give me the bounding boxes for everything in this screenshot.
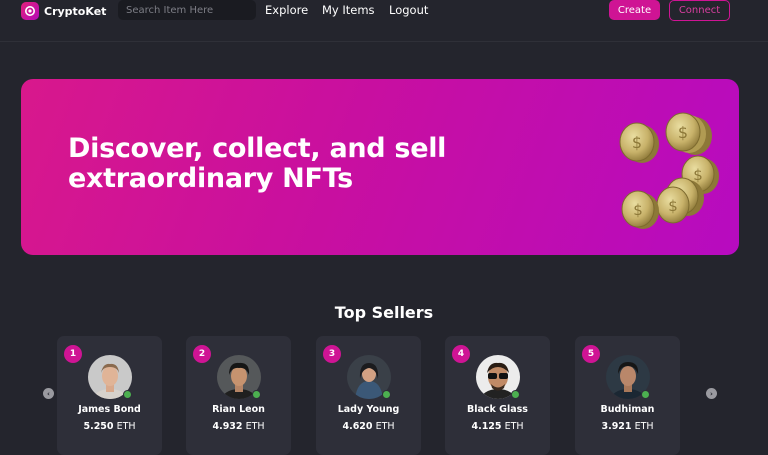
seller-name: Lady Young — [337, 404, 400, 415]
verified-badge — [641, 390, 650, 399]
seller-currency: ETH — [116, 421, 136, 432]
rank-badge: 1 — [64, 345, 82, 363]
create-button[interactable]: Create — [609, 0, 660, 20]
rank-badge: 5 — [582, 345, 600, 363]
seller-price: 4.932 ETH — [186, 421, 291, 432]
seller-card[interactable]: 4 Black Glass 4.125 ETH — [445, 336, 550, 455]
seller-amount: 3.921 — [601, 421, 632, 432]
seller-currency: ETH — [245, 421, 265, 432]
verified-badge — [252, 390, 261, 399]
hero-title-line-1: Discover, collect, and sell — [68, 133, 447, 164]
rank-badge: 4 — [452, 345, 470, 363]
nav-link-logout[interactable]: Logout — [389, 3, 428, 17]
nav-link-explore[interactable]: Explore — [265, 3, 308, 17]
logo-icon — [21, 2, 39, 20]
gold-coins-illustration: $ $ $ $ $ — [619, 112, 719, 229]
chevron-right-icon[interactable]: › — [706, 388, 717, 399]
navbar: CryptoKet Explore My Items Logout Create… — [0, 0, 768, 42]
seller-currency: ETH — [504, 421, 524, 432]
verified-badge — [123, 390, 132, 399]
search-input[interactable] — [118, 0, 256, 20]
seller-amount: 4.620 — [342, 421, 373, 432]
svg-text:$: $ — [693, 166, 703, 184]
seller-card[interactable]: 2 Rian Leon 4.932 ETH — [186, 336, 291, 455]
top-sellers-title: Top Sellers — [334, 303, 434, 322]
svg-text:$: $ — [633, 201, 643, 219]
seller-amount: 4.932 — [212, 421, 243, 432]
hero-banner: Discover, collect, and sell extraordinar… — [21, 79, 739, 255]
chevron-left-icon[interactable]: ‹ — [43, 388, 54, 399]
brand-name: CryptoKet — [44, 4, 107, 18]
seller-card[interactable]: 1 James Bond 5.250 ETH — [57, 336, 162, 455]
seller-price: 5.250 ETH — [57, 421, 162, 432]
rank-badge: 2 — [193, 345, 211, 363]
svg-text:$: $ — [678, 123, 688, 142]
seller-amount: 4.125 — [471, 421, 502, 432]
seller-name: Rian Leon — [212, 404, 265, 415]
seller-currency: ETH — [375, 421, 395, 432]
seller-price: 4.125 ETH — [445, 421, 550, 432]
brand-logo[interactable]: CryptoKet — [21, 1, 106, 21]
verified-badge — [511, 390, 520, 399]
verified-badge — [382, 390, 391, 399]
rank-badge: 3 — [323, 345, 341, 363]
connect-button[interactable]: Connect — [669, 0, 730, 21]
seller-price: 3.921 ETH — [575, 421, 680, 432]
seller-name: Budhiman — [600, 404, 655, 415]
seller-card[interactable]: 3 Lady Young 4.620 ETH — [316, 336, 421, 455]
hero-title-line-2: extraordinary NFTs — [68, 163, 353, 194]
seller-currency: ETH — [634, 421, 654, 432]
seller-card[interactable]: 5 Budhiman 3.921 ETH — [575, 336, 680, 455]
nav-link-my-items[interactable]: My Items — [322, 3, 375, 17]
seller-name: Black Glass — [467, 404, 528, 415]
svg-text:$: $ — [668, 197, 678, 215]
svg-text:$: $ — [632, 133, 642, 152]
hero-title: Discover, collect, and sell extraordinar… — [68, 134, 488, 194]
seller-amount: 5.250 — [83, 421, 114, 432]
seller-price: 4.620 ETH — [316, 421, 421, 432]
seller-name: James Bond — [78, 404, 141, 415]
